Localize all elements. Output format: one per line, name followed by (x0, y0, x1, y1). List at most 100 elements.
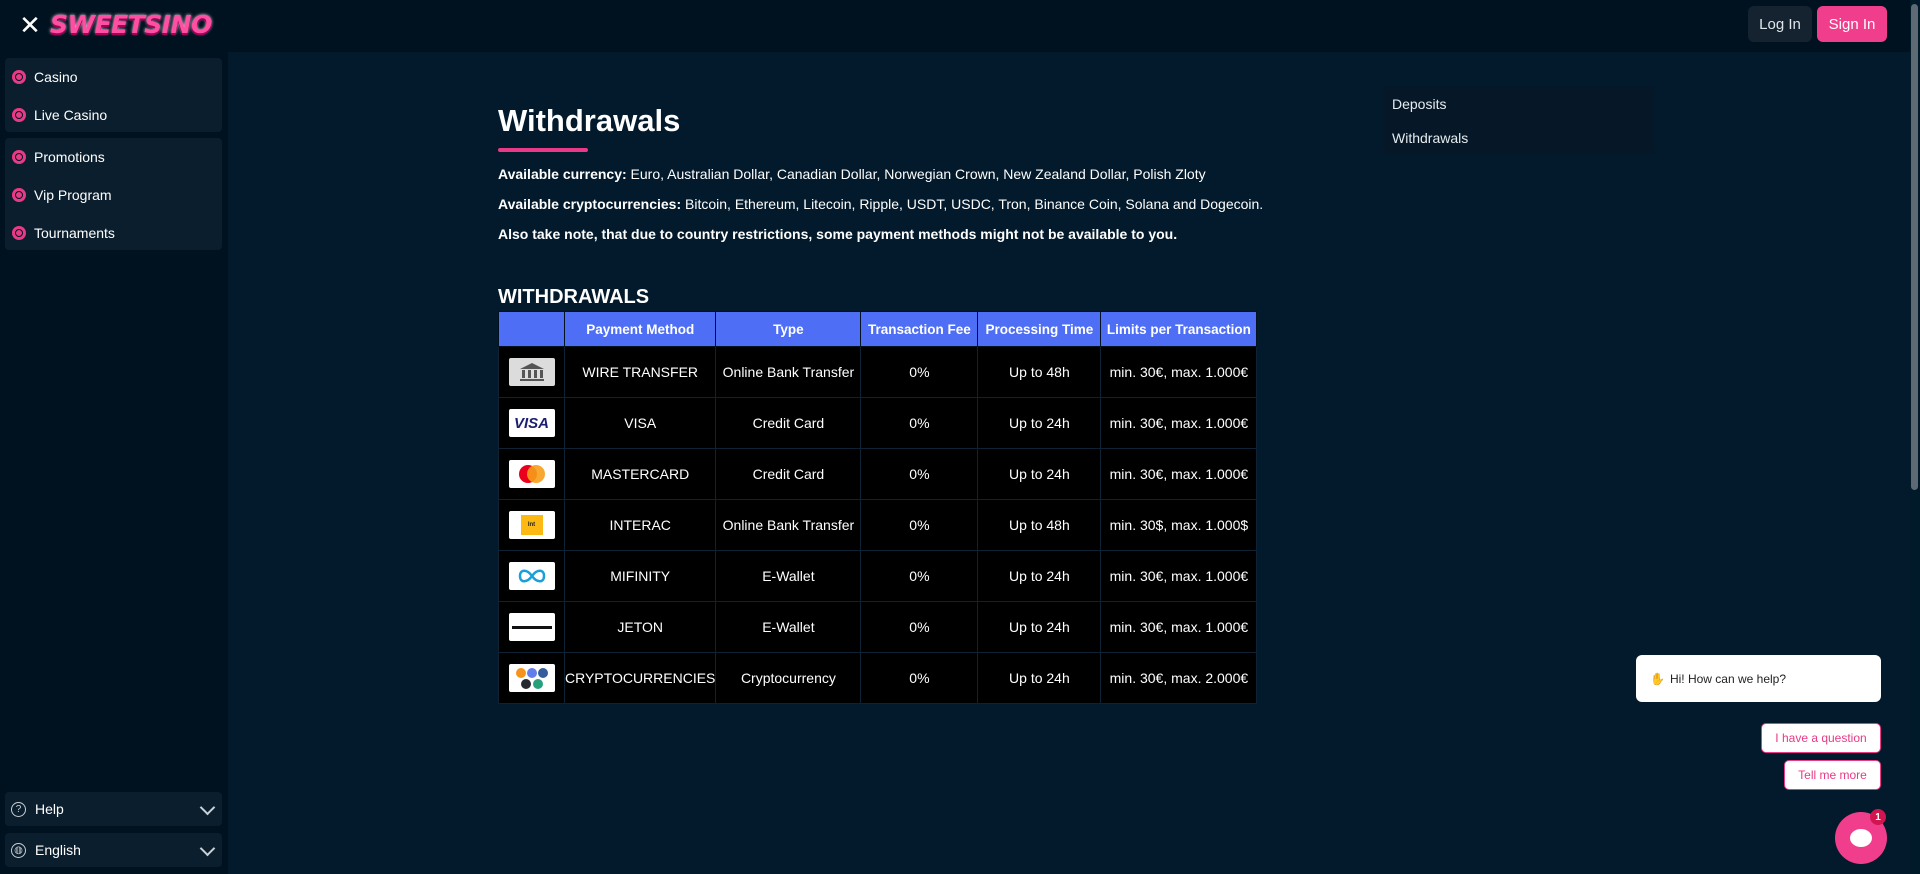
limits-cell: min. 30€, max. 1.000€ (1100, 448, 1258, 500)
limits-cell: min. 30€, max. 1.000€ (1100, 550, 1258, 602)
type-cell: Credit Card (715, 397, 862, 449)
trophy-icon (12, 226, 26, 240)
table-header: Transaction Fee (860, 311, 979, 347)
page-toc: Deposits Withdrawals (1384, 87, 1654, 153)
site-logo[interactable]: SWEETSINO (50, 4, 212, 44)
sidebar-item-label: Casino (34, 69, 78, 85)
method-cell: CRYPTOCURRENCIES (563, 652, 717, 704)
help-icon: ? (11, 801, 26, 817)
type-cell: Credit Card (715, 448, 862, 500)
sidebar-item-label: Tournaments (34, 225, 115, 241)
chat-unread-badge: 1 (1870, 809, 1886, 825)
time-cell: Up to 24h (977, 397, 1102, 449)
limits-cell: min. 30€, max. 2.000€ (1100, 652, 1258, 704)
nav-group-games: Casino Live Casino (5, 58, 222, 132)
page-title: Withdrawals (498, 103, 681, 138)
language-selector[interactable]: ◍ English (5, 833, 222, 867)
sidebar-item-label: Live Casino (34, 107, 108, 123)
gift-icon (12, 150, 26, 164)
sidebar-item-promotions[interactable]: Promotions (5, 138, 222, 176)
toc-item-withdrawals[interactable]: Withdrawals (1384, 121, 1654, 155)
casino-chip-icon (12, 70, 26, 84)
wave-icon: ✋ (1650, 671, 1665, 686)
sidebar-item-casino[interactable]: Casino (5, 58, 222, 96)
type-cell: Cryptocurrency (715, 652, 862, 704)
scrollbar-thumb[interactable] (1911, 4, 1918, 490)
time-cell: Up to 48h (977, 499, 1102, 551)
interac-logo: Int (508, 511, 555, 539)
table-row: MIFINITY E-Wallet 0% Up to 24h min. 30€,… (498, 550, 1258, 602)
table-header: Processing Time (977, 311, 1102, 347)
method-cell: VISA (563, 397, 717, 449)
signin-button[interactable]: Sign In (1817, 6, 1887, 42)
help-dropdown[interactable]: ? Help (5, 792, 222, 826)
fee-cell: 0% (860, 346, 979, 398)
currency-label: Available currency: (498, 166, 627, 182)
table-row: WIRE TRANSFER Online Bank Transfer 0% Up… (498, 346, 1258, 398)
type-cell: E-Wallet (715, 550, 862, 602)
help-label: Help (35, 801, 64, 817)
table-row: MASTERCARD Credit Card 0% Up to 24h min.… (498, 448, 1258, 500)
mastercard-logo (508, 460, 555, 488)
sidebar-item-label: Vip Program (34, 187, 112, 203)
sidebar: Casino Live Casino Promotions Vip Progra… (0, 52, 228, 874)
available-crypto-line: Available cryptocurrencies: Bitcoin, Eth… (498, 196, 1263, 212)
table-header (498, 311, 565, 347)
method-cell: INTERAC (563, 499, 717, 551)
time-cell: Up to 24h (977, 652, 1102, 704)
fee-cell: 0% (860, 601, 979, 653)
sidebar-item-vip-program[interactable]: Vip Program (5, 176, 222, 214)
available-currency-line: Available currency: Euro, Australian Dol… (498, 166, 1206, 182)
mifinity-logo (508, 562, 555, 590)
limits-cell: min. 30€, max. 1.000€ (1100, 346, 1258, 398)
limits-cell: min. 30€, max. 1.000€ (1100, 601, 1258, 653)
fee-cell: 0% (860, 550, 979, 602)
chat-bubble-icon (1850, 829, 1872, 847)
table-row: JETON E-Wallet 0% Up to 24h min. 30€, ma… (498, 601, 1258, 653)
table-row: VISA VISA Credit Card 0% Up to 24h min. … (498, 397, 1258, 449)
chat-greeting-text: Hi! How can we help? (1669, 671, 1787, 686)
jeton-logo (508, 613, 555, 641)
sidebar-item-label: Promotions (34, 149, 105, 165)
type-cell: E-Wallet (715, 601, 862, 653)
toc-item-deposits[interactable]: Deposits (1384, 87, 1654, 121)
logo-cell (498, 550, 565, 602)
chat-option-question[interactable]: I have a question (1761, 723, 1881, 753)
logo-cell (498, 652, 565, 704)
table-header: Payment Method (563, 311, 717, 347)
method-cell: JETON (563, 601, 717, 653)
sidebar-item-live-casino[interactable]: Live Casino (5, 96, 222, 134)
time-cell: Up to 24h (977, 448, 1102, 500)
table-header: Limits per Transaction (1100, 311, 1258, 347)
table-row: CRYPTOCURRENCIES Cryptocurrency 0% Up to… (498, 652, 1258, 704)
fee-cell: 0% (860, 397, 979, 449)
language-label: English (35, 842, 81, 858)
nav-group-promos: Promotions Vip Program Tournaments (5, 138, 222, 250)
limits-cell: min. 30€, max. 1.000€ (1100, 397, 1258, 449)
chevron-down-icon (199, 840, 216, 857)
chevron-down-icon (199, 799, 216, 816)
time-cell: Up to 24h (977, 601, 1102, 653)
logo-cell (498, 448, 565, 500)
top-bar: ✕ SWEETSINO Log In Sign In (0, 0, 1920, 52)
close-icon[interactable]: ✕ (17, 12, 43, 38)
crypto-label: Available cryptocurrencies: (498, 196, 682, 212)
chat-option-tell-more[interactable]: Tell me more (1784, 760, 1881, 790)
globe-icon: ◍ (11, 842, 26, 858)
crown-icon (12, 188, 26, 202)
login-button[interactable]: Log In (1748, 6, 1812, 42)
method-cell: MASTERCARD (563, 448, 717, 500)
sidebar-item-tournaments[interactable]: Tournaments (5, 214, 222, 252)
crypto-text: Bitcoin, Ethereum, Litecoin, Ripple, USD… (681, 196, 1264, 212)
method-cell: WIRE TRANSFER (563, 346, 717, 398)
live-casino-icon (12, 108, 26, 122)
logo-cell: Int (498, 499, 565, 551)
table-row: Int INTERAC Online Bank Transfer 0% Up t… (498, 499, 1258, 551)
fee-cell: 0% (860, 652, 979, 704)
chat-greeting-bubble: ✋ Hi! How can we help? (1636, 655, 1881, 702)
time-cell: Up to 48h (977, 346, 1102, 398)
logo-cell (498, 601, 565, 653)
section-title: WITHDRAWALS (498, 286, 650, 308)
time-cell: Up to 24h (977, 550, 1102, 602)
currency-text: Euro, Australian Dollar, Canadian Dollar… (626, 166, 1206, 182)
